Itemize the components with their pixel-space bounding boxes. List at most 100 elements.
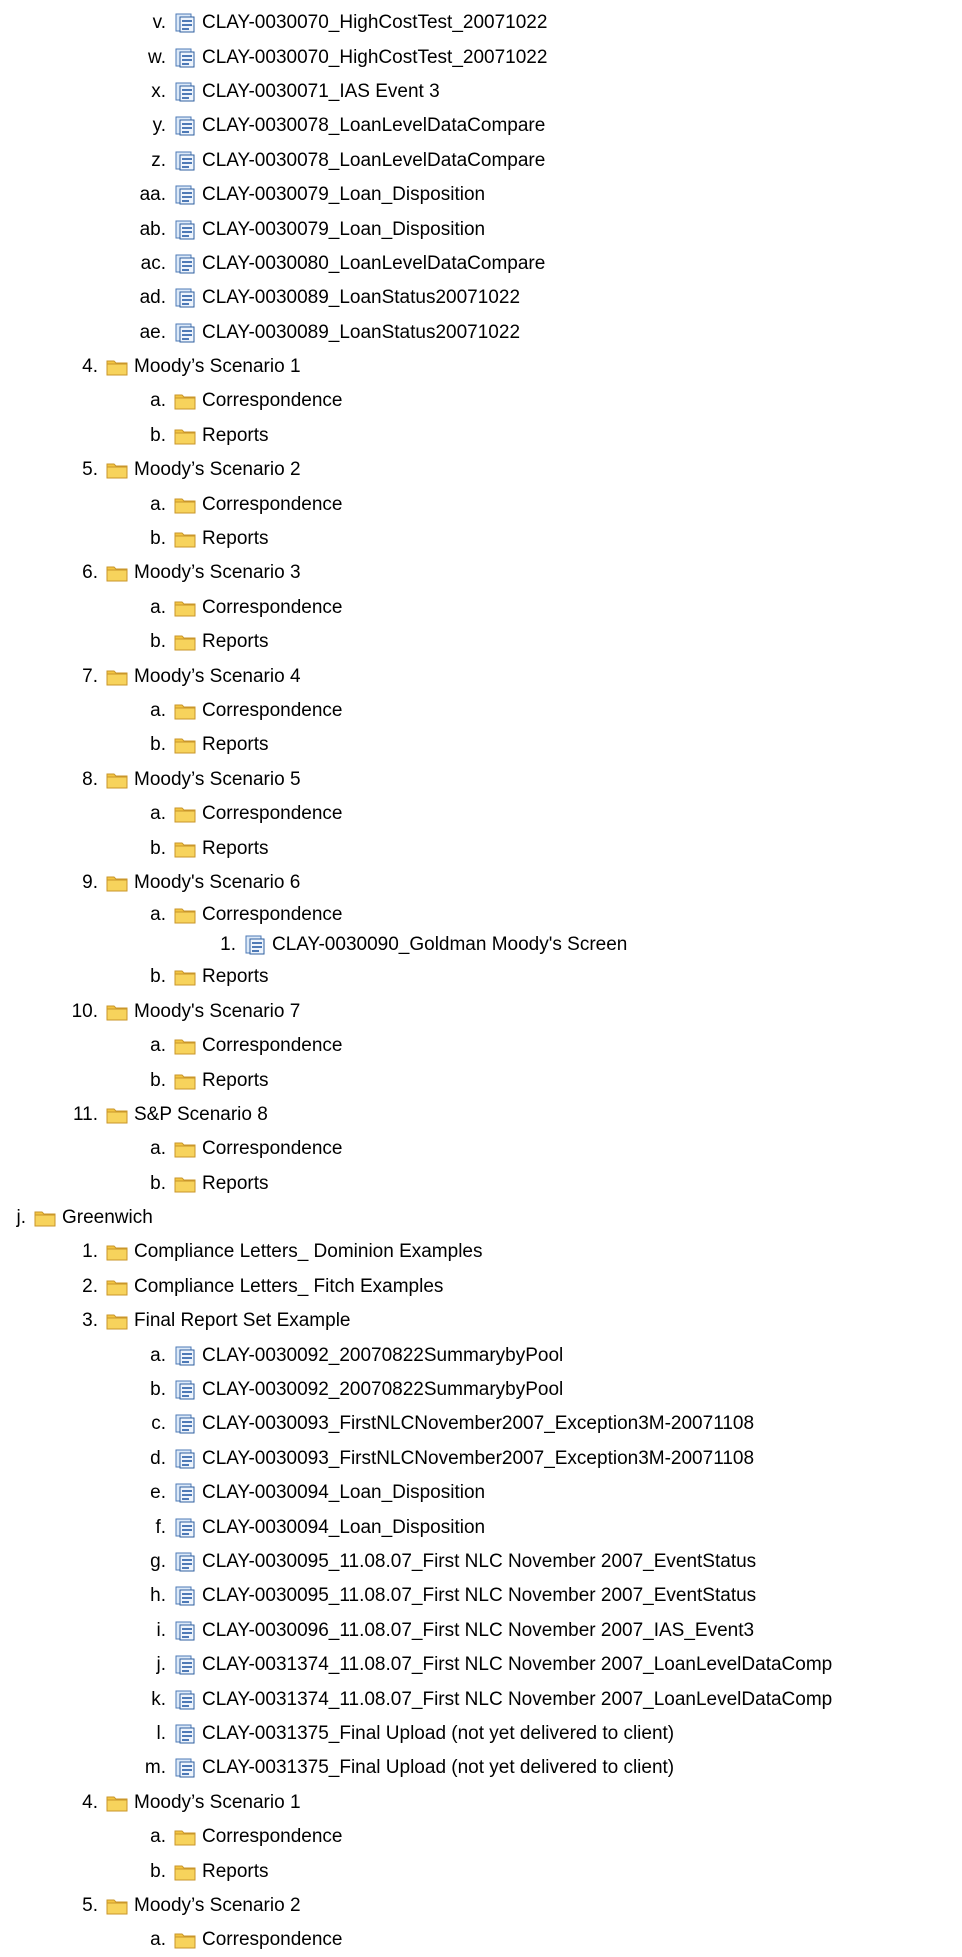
tree-item: 2. Compliance Letters_ Fitch Examples xyxy=(0,1270,962,1304)
list-marker: z. xyxy=(151,149,166,171)
file-name: CLAY-0030078_LoanLevelDataCompare xyxy=(202,149,546,171)
list-marker: a. xyxy=(150,493,166,515)
tree-item: a. Correspondence xyxy=(0,1820,962,1854)
document-icon xyxy=(174,1724,196,1744)
list-marker: a. xyxy=(150,1344,166,1366)
list-marker: a. xyxy=(150,803,166,825)
folder-name: Final Report Set Example xyxy=(134,1310,351,1332)
tree-item: a. Correspondence xyxy=(0,694,962,728)
folder-name: Reports xyxy=(202,966,269,988)
document-icon xyxy=(174,1380,196,1400)
folder-name: Reports xyxy=(202,424,269,446)
folder-icon xyxy=(106,1896,128,1916)
list-marker: 9. xyxy=(82,871,98,893)
folder-name: Moody’s Scenario 1 xyxy=(134,356,301,378)
list-marker: a. xyxy=(150,1138,166,1160)
file-name: CLAY-0031374_11.08.07_First NLC November… xyxy=(202,1688,833,1710)
list-marker: v. xyxy=(152,12,166,34)
folder-name: Reports xyxy=(202,631,269,653)
tree-item: 3. Final Report Set Example xyxy=(0,1304,962,1338)
list-marker: 5. xyxy=(82,459,98,481)
folder-name: Moody’s Scenario 4 xyxy=(134,665,301,687)
list-marker: k. xyxy=(151,1688,166,1710)
folder-icon xyxy=(106,667,128,687)
document-icon xyxy=(174,1758,196,1778)
file-name: CLAY-0030070_HighCostTest_20071022 xyxy=(202,12,548,34)
folder-icon xyxy=(106,770,128,790)
tree-item: b. Reports xyxy=(0,625,962,659)
folder-name: Reports xyxy=(202,528,269,550)
folder-name: Correspondence xyxy=(202,904,343,926)
list-marker: 11. xyxy=(72,1103,98,1125)
folder-name: Correspondence xyxy=(202,596,343,618)
tree-item: a. Correspondence xyxy=(0,1029,962,1063)
list-marker: 5. xyxy=(82,1894,98,1916)
list-marker: b. xyxy=(150,631,166,653)
list-marker: j. xyxy=(156,1654,167,1676)
list-marker: 2. xyxy=(82,1275,98,1297)
tree-item: b. Reports xyxy=(0,728,962,762)
folder-icon xyxy=(106,873,128,893)
folder-name: Greenwich xyxy=(62,1207,153,1229)
folder-icon xyxy=(174,1139,196,1159)
folder-name: Reports xyxy=(202,1172,269,1194)
tree-item: ac. CLAY-0030080_LoanLevelDataCompare xyxy=(0,247,962,281)
list-marker: ae. xyxy=(139,321,166,343)
document-icon xyxy=(174,288,196,308)
list-marker: a. xyxy=(150,390,166,412)
list-marker: 10. xyxy=(71,1000,98,1022)
list-marker: j. xyxy=(16,1207,27,1229)
list-marker: a. xyxy=(150,596,166,618)
file-name: CLAY-0030080_LoanLevelDataCompare xyxy=(202,252,546,274)
document-icon xyxy=(174,116,196,136)
list-marker: x. xyxy=(151,80,166,102)
file-name: CLAY-0030093_FirstNLCNovember2007_Except… xyxy=(202,1413,755,1435)
tree-item: b. Reports xyxy=(0,522,962,556)
list-marker: 6. xyxy=(82,562,98,584)
tree-item: b. Reports xyxy=(0,960,962,994)
tree-item: b. CLAY-0030092_20070822SummarybyPool xyxy=(0,1373,962,1407)
document-icon xyxy=(174,1483,196,1503)
list-marker: 4. xyxy=(82,1791,98,1813)
tree-item: 9. Moody's Scenario 6 xyxy=(0,866,962,900)
folder-name: Moody’s Scenario 1 xyxy=(134,1791,301,1813)
tree-item: 1. Compliance Letters_ Dominion Examples xyxy=(0,1235,962,1269)
folder-icon xyxy=(174,905,196,925)
tree-item: g. CLAY-0030095_11.08.07_First NLC Novemb… xyxy=(0,1545,962,1579)
list-marker: b. xyxy=(150,1172,166,1194)
folder-icon xyxy=(106,1277,128,1297)
document-icon xyxy=(244,935,266,955)
tree-item: b. Reports xyxy=(0,831,962,865)
tree-item: ad. CLAY-0030089_LoanStatus20071022 xyxy=(0,281,962,315)
folder-icon xyxy=(174,1862,196,1882)
folder-icon xyxy=(174,529,196,549)
tree-item: ae. CLAY-0030089_LoanStatus20071022 xyxy=(0,316,962,350)
folder-icon xyxy=(174,735,196,755)
folder-icon xyxy=(106,563,128,583)
tree-item: aa. CLAY-0030079_Loan_Disposition xyxy=(0,178,962,212)
folder-icon xyxy=(106,460,128,480)
folder-icon xyxy=(174,495,196,515)
file-name: CLAY-0031374_11.08.07_First NLC November… xyxy=(202,1654,833,1676)
list-marker: b. xyxy=(150,528,166,550)
list-marker: aa. xyxy=(139,184,166,206)
tree-item: h. CLAY-0030095_11.08.07_First NLC Novemb… xyxy=(0,1579,962,1613)
list-marker: b. xyxy=(150,1860,166,1882)
tree-item: c. CLAY-0030093_FirstNLCNovember2007_Exce… xyxy=(0,1407,962,1441)
folder-icon xyxy=(174,839,196,859)
folder-icon xyxy=(174,632,196,652)
tree-item: l. CLAY-0031375_Final Upload (not yet del… xyxy=(0,1717,962,1751)
folder-name: Correspondence xyxy=(202,1826,343,1848)
tree-item: f. CLAY-0030094_Loan_Disposition xyxy=(0,1510,962,1544)
list-marker: a. xyxy=(150,904,166,926)
document-icon xyxy=(174,151,196,171)
document-icon xyxy=(174,48,196,68)
document-icon xyxy=(174,1552,196,1572)
tree-item: 4. Moody’s Scenario 1 xyxy=(0,350,962,384)
tree-item: j. Greenwich xyxy=(0,1201,962,1235)
tree-item: v. CLAY-0030070_HighCostTest_20071022 xyxy=(0,6,962,40)
list-marker: 1. xyxy=(220,934,236,956)
folder-name: Correspondence xyxy=(202,803,343,825)
folder-name: Moody's Scenario 7 xyxy=(134,1000,301,1022)
folder-name: Moody’s Scenario 2 xyxy=(134,1894,301,1916)
